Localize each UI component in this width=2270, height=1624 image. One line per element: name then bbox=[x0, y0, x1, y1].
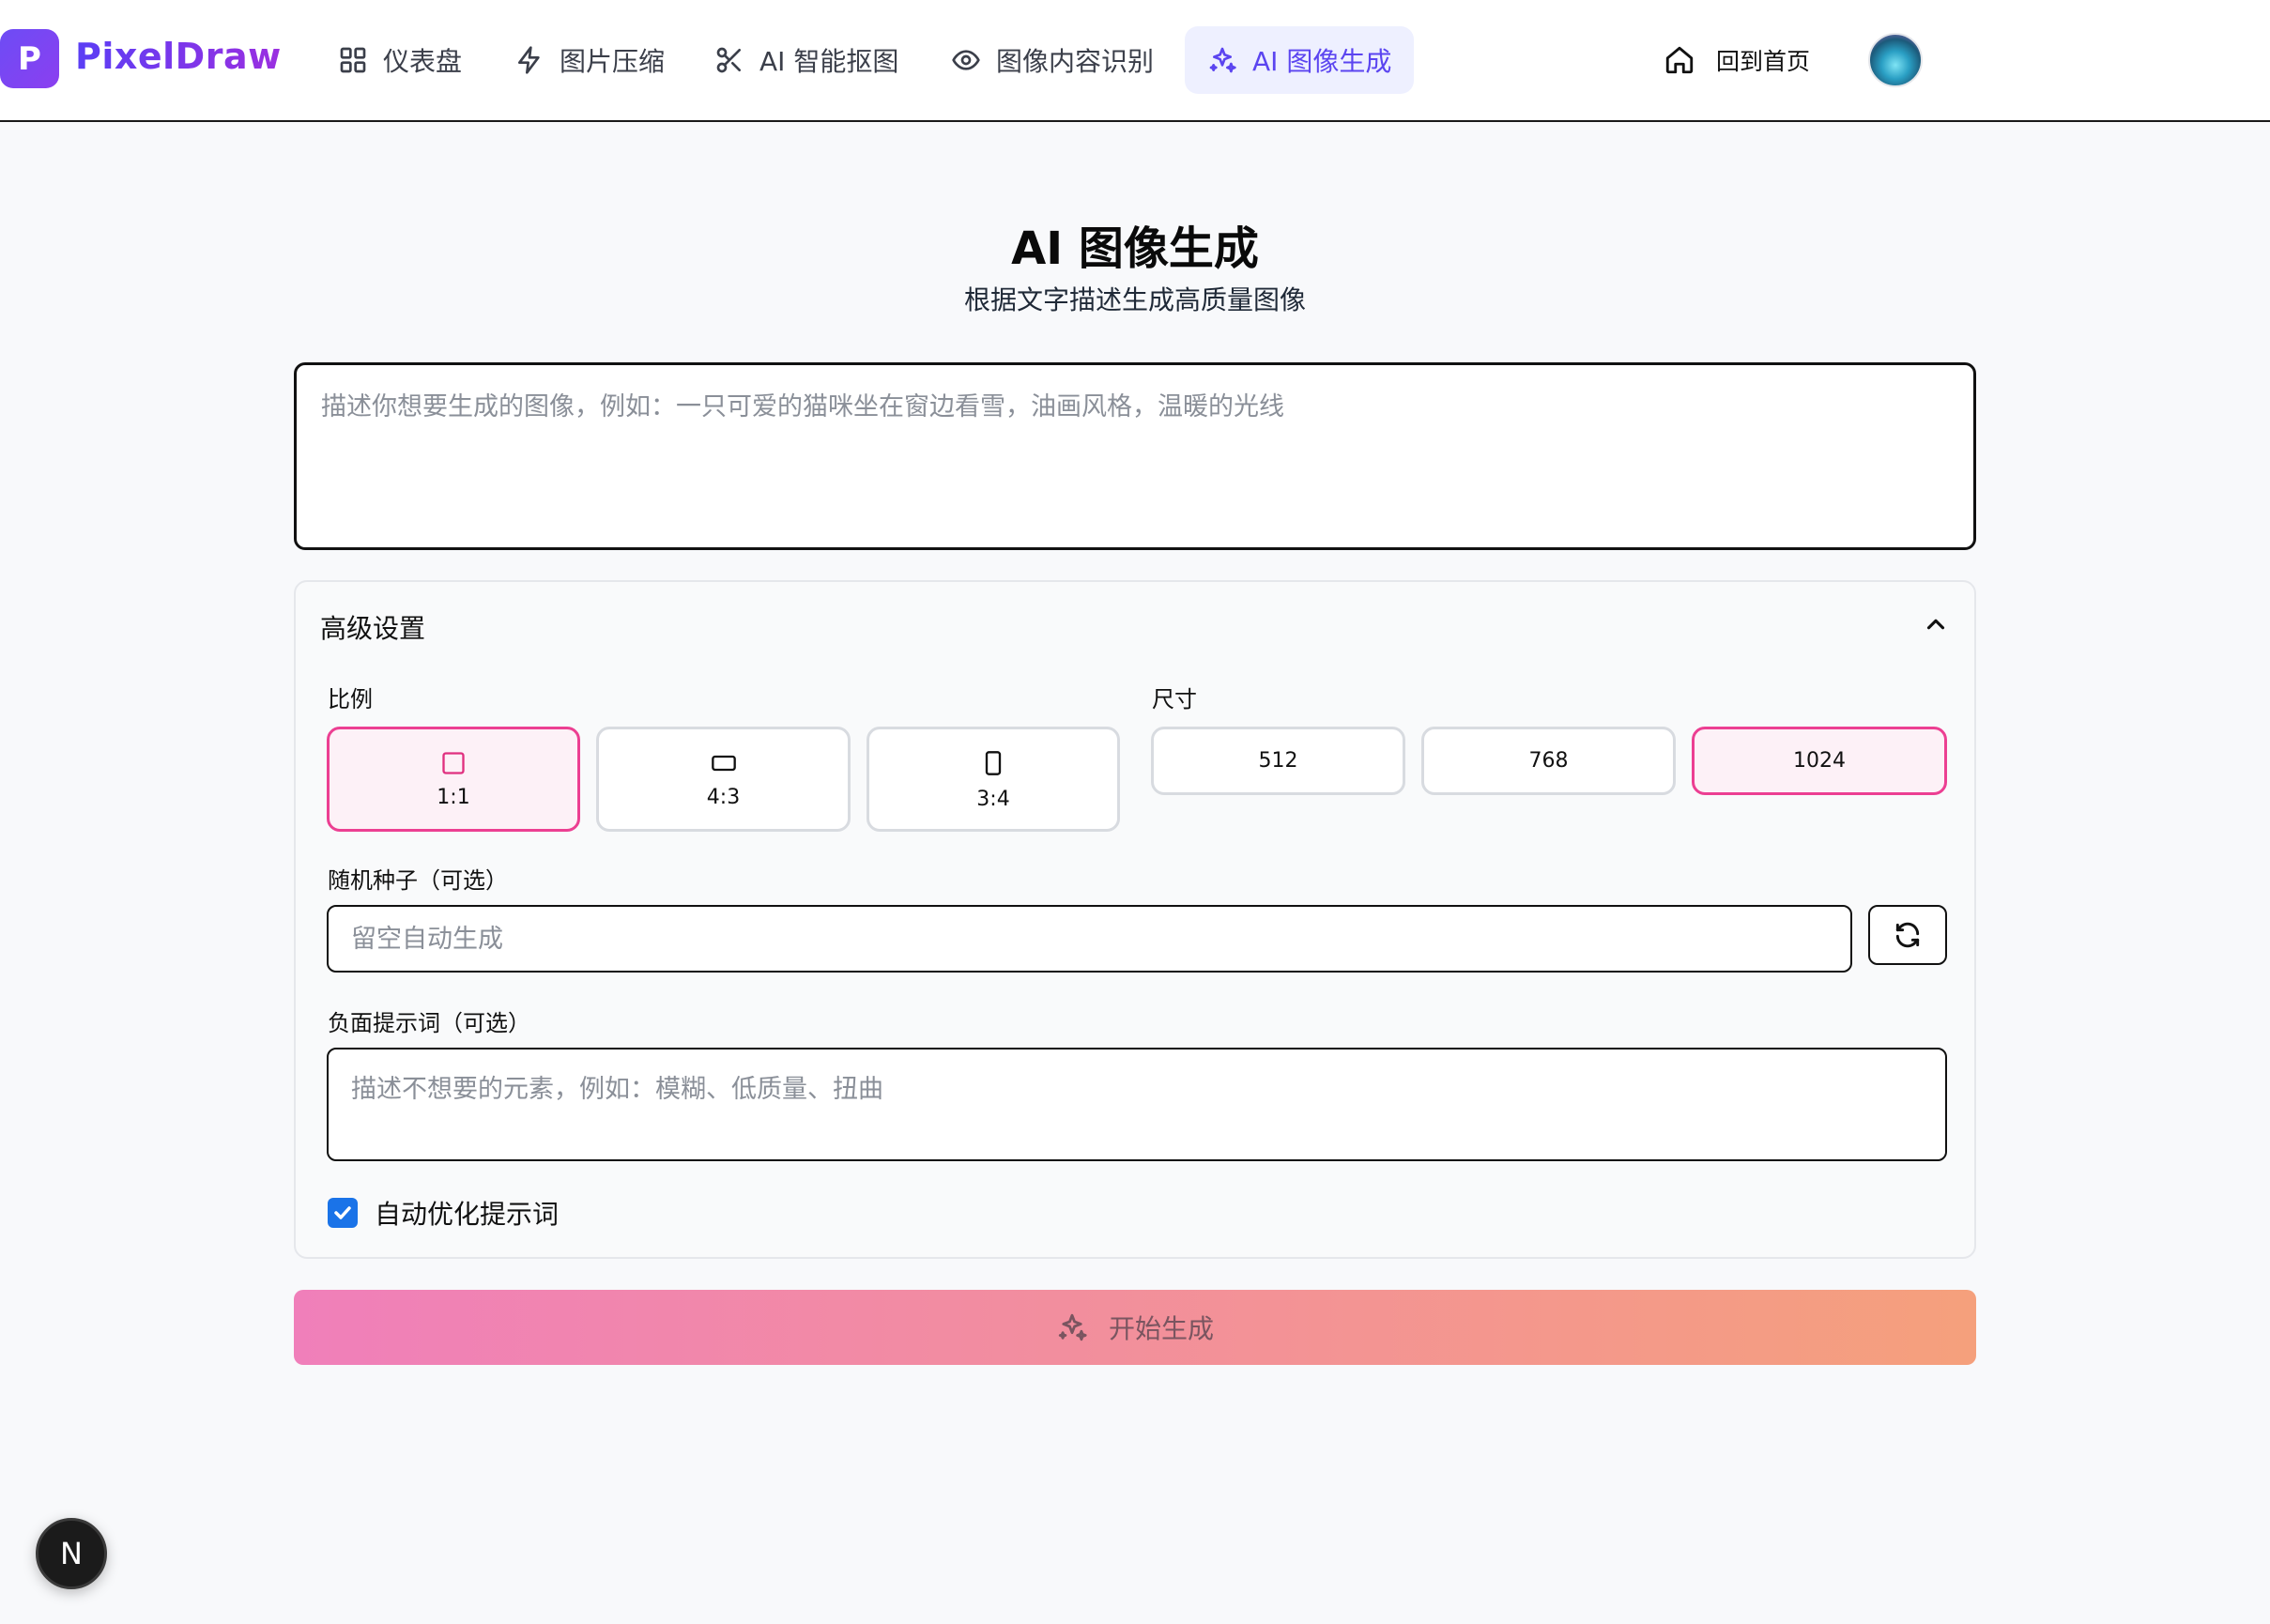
auto-optimize-checkbox[interactable] bbox=[328, 1198, 358, 1228]
ratio-option-label: 4:3 bbox=[706, 785, 741, 809]
ratio-option-3-4[interactable]: 3:4 bbox=[867, 727, 1120, 832]
nav-item-dashboard[interactable]: 仪表盘 bbox=[315, 26, 484, 94]
page-title: AI 图像生成 bbox=[1011, 222, 1259, 275]
eye-icon bbox=[952, 50, 980, 70]
nav-item-cutout[interactable]: AI 智能抠图 bbox=[692, 26, 921, 94]
lightning-icon bbox=[518, 46, 540, 74]
ratio-option-4-3[interactable]: 4:3 bbox=[596, 727, 851, 832]
generate-button[interactable]: 开始生成 bbox=[294, 1290, 1976, 1365]
dev-tools-badge[interactable]: N bbox=[36, 1518, 107, 1589]
auto-optimize-row[interactable]: 自动优化提示词 bbox=[328, 1194, 559, 1232]
nav-item-label: AI 图像生成 bbox=[1252, 46, 1392, 77]
size-option-label: 768 bbox=[1528, 749, 1569, 773]
refresh-icon bbox=[1895, 922, 1920, 948]
nav-item-image-generation[interactable]: AI 图像生成 bbox=[1185, 26, 1415, 94]
square-icon bbox=[442, 751, 465, 774]
size-option-label: 512 bbox=[1258, 749, 1298, 773]
nav-item-recognition[interactable]: 图像内容识别 bbox=[928, 26, 1176, 94]
chevron-up-icon[interactable] bbox=[1922, 610, 1950, 638]
portrait-rect-icon bbox=[985, 750, 1002, 775]
page-subtitle: 根据文字描述生成高质量图像 bbox=[963, 284, 1306, 315]
ratio-label: 比例 bbox=[328, 686, 373, 712]
avatar[interactable] bbox=[1868, 33, 1923, 87]
negative-prompt-input[interactable] bbox=[327, 1048, 1947, 1161]
sparkles-icon bbox=[1058, 1313, 1087, 1341]
auto-optimize-label: 自动优化提示词 bbox=[375, 1199, 560, 1230]
random-seed-button[interactable] bbox=[1868, 905, 1947, 965]
nav-item-compress[interactable]: 图片压缩 bbox=[492, 26, 687, 94]
seed-input[interactable] bbox=[327, 905, 1852, 973]
negative-prompt-label: 负面提示词（可选） bbox=[328, 1010, 530, 1036]
ratio-option-label: 3:4 bbox=[976, 787, 1010, 811]
scissors-icon bbox=[716, 47, 741, 73]
generate-button-label: 开始生成 bbox=[1108, 1314, 1214, 1343]
sparkles-icon bbox=[1209, 47, 1236, 73]
ratio-option-1-1[interactable]: 1:1 bbox=[327, 727, 580, 832]
home-icon bbox=[1665, 46, 1694, 74]
seed-label: 随机种子（可选） bbox=[328, 867, 508, 894]
app-logo-icon[interactable]: P bbox=[0, 29, 59, 88]
checkmark-icon bbox=[334, 1206, 351, 1219]
prompt-input[interactable] bbox=[294, 362, 1976, 550]
advanced-settings-panel: 高级设置 比例 1:1 4:3 3:4 尺寸 512 768 1024 随机种子… bbox=[294, 580, 1976, 1259]
home-link-label: 回到首页 bbox=[1716, 48, 1811, 75]
size-option-1024[interactable]: 1024 bbox=[1692, 727, 1947, 795]
landscape-rect-icon bbox=[711, 755, 736, 771]
grid-icon bbox=[340, 47, 366, 73]
app-name[interactable]: PixelDraw bbox=[75, 36, 282, 77]
home-link[interactable]: 回到首页 bbox=[1664, 26, 1810, 94]
ratio-option-label: 1:1 bbox=[437, 785, 470, 809]
advanced-settings-title[interactable]: 高级设置 bbox=[320, 608, 425, 646]
nav-item-label: AI 智能抠图 bbox=[759, 46, 899, 77]
size-label: 尺寸 bbox=[1152, 686, 1197, 712]
size-option-512[interactable]: 512 bbox=[1151, 727, 1405, 795]
top-nav-bar: P PixelDraw 仪表盘 图片压缩 AI 智能抠图 图像内容识别 AI 图… bbox=[0, 0, 2270, 122]
nav-item-label: 图片压缩 bbox=[560, 46, 666, 77]
size-option-768[interactable]: 768 bbox=[1421, 727, 1676, 795]
nav-item-label: 图像内容识别 bbox=[996, 46, 1155, 77]
nav-item-label: 仪表盘 bbox=[383, 46, 463, 77]
size-option-label: 1024 bbox=[1793, 749, 1846, 773]
